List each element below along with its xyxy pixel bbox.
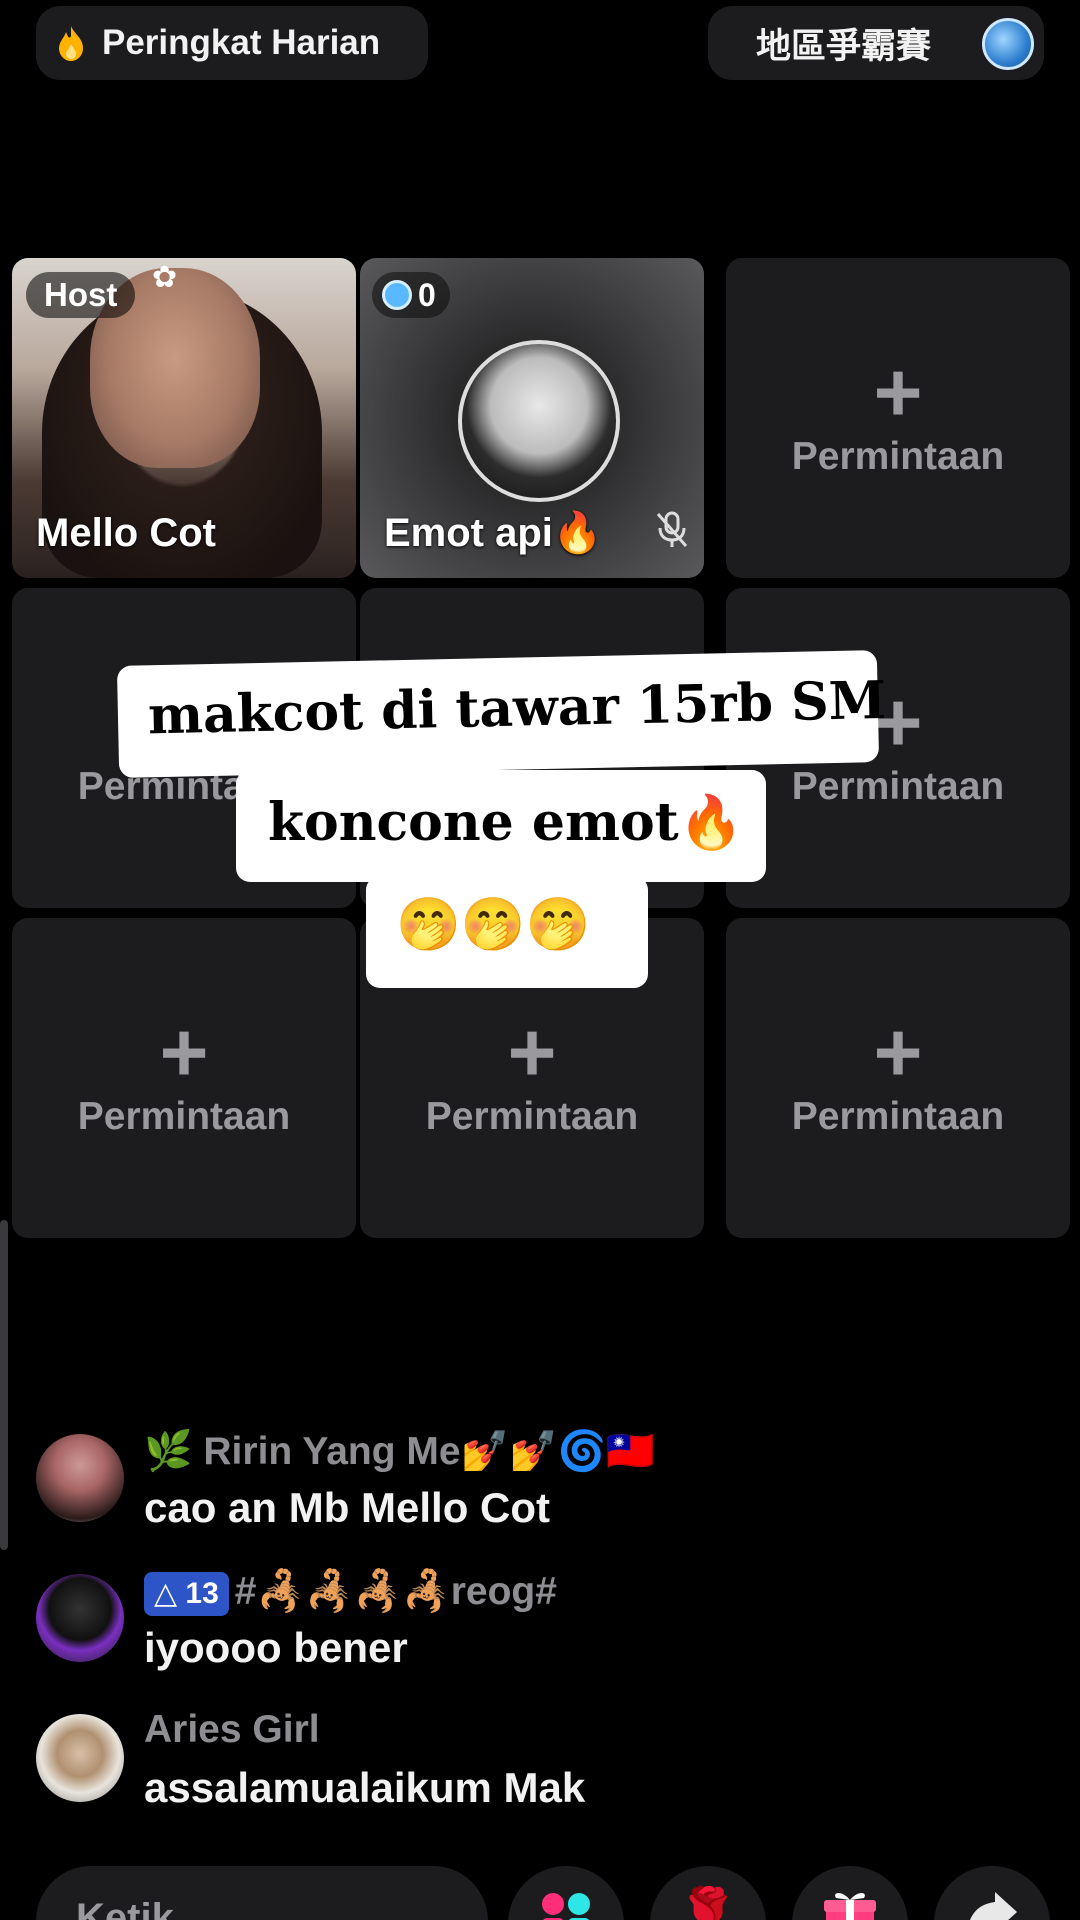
region-badge-icon <box>982 18 1034 70</box>
flower-icon: ✿ <box>152 261 178 294</box>
avatar[interactable] <box>36 1434 124 1522</box>
avatar[interactable] <box>36 1714 124 1802</box>
share-button[interactable] <box>934 1866 1050 1920</box>
chat-text: iyoooo bener <box>144 1624 408 1671</box>
chat-username[interactable]: △ 13 #🦂🦂🦂🦂reog# <box>144 1568 557 1616</box>
empty-seat-3[interactable]: + Permintaan <box>726 258 1070 578</box>
chat-message[interactable]: △ 13 #🦂🦂🦂🦂reog# iyoooo bener <box>36 1568 1036 1678</box>
guest-name: Emot api🔥 <box>384 511 603 555</box>
share-icon <box>970 1892 1017 1920</box>
level-badge: △ 13 <box>144 1571 229 1616</box>
chat-text: cao an Mb Mello Cot <box>144 1484 551 1531</box>
chat-message[interactable]: Aries Girl assalamualaikum Mak <box>36 1708 1036 1818</box>
caption-line-1: makcot di tawar 15rb SM <box>116 650 887 778</box>
gift-button[interactable] <box>792 1866 908 1920</box>
plus-icon: + <box>873 345 923 439</box>
flame-icon <box>52 24 90 62</box>
chat-text: assalamualaikum Mak <box>144 1764 586 1811</box>
mic-muted-icon <box>654 510 690 550</box>
host-name: Mello Cot <box>36 511 216 555</box>
comment-placeholder: Ketik <box>76 1896 174 1920</box>
coin-badge: 0 <box>372 272 450 318</box>
request-label: Permintaan <box>77 1095 291 1138</box>
guest-avatar[interactable] <box>458 340 620 502</box>
chat-username[interactable]: 🌿 Ririn Yang Me💅💅🌀🇹🇼 <box>144 1428 655 1474</box>
side-scroll-handle[interactable] <box>0 1220 8 1550</box>
empty-seat-7[interactable]: + Permintaan <box>12 918 356 1238</box>
host-badge: Host <box>26 272 136 318</box>
empty-seat-9[interactable]: + Permintaan <box>726 918 1070 1238</box>
avatar[interactable] <box>36 1574 124 1662</box>
chat-message[interactable]: 🌿 Ririn Yang Me💅💅🌀🇹🇼 cao an Mb Mello Cot <box>36 1428 1036 1538</box>
comment-input[interactable]: Ketik <box>36 1866 488 1920</box>
request-label: Permintaan <box>791 1095 1005 1138</box>
request-label: Permintaan <box>425 1095 639 1138</box>
coin-count: 0 <box>418 276 436 313</box>
plus-icon: + <box>159 1005 209 1099</box>
plus-icon: + <box>507 1005 557 1099</box>
caption-line-3: 🤭🤭🤭 <box>366 876 648 988</box>
plus-icon: + <box>873 1005 923 1099</box>
guest-seat[interactable]: 0 Emot api🔥 <box>360 258 704 578</box>
region-contest-pill[interactable]: 地區爭霸賽 <box>708 6 1044 80</box>
rose-icon: 🌹 <box>678 1887 738 1920</box>
region-contest-label: 地區爭霸賽 <box>756 26 932 66</box>
multi-guest-icon <box>542 1893 590 1920</box>
host-seat[interactable]: Host ✿ Mello Cot <box>12 258 356 578</box>
chat-username-text: #🦂🦂🦂🦂reog# <box>234 1570 557 1613</box>
gift-icon <box>824 1893 876 1920</box>
request-label: Permintaan <box>791 435 1005 478</box>
multi-guest-button[interactable] <box>508 1866 624 1920</box>
daily-ranking-label: Peringkat Harian <box>102 23 381 62</box>
chat-username[interactable]: Aries Girl <box>144 1708 320 1752</box>
coin-icon <box>382 280 412 310</box>
rose-gift-button[interactable]: 🌹 <box>650 1866 766 1920</box>
request-label: Permintaan <box>791 765 1005 808</box>
daily-ranking-pill[interactable]: Peringkat Harian <box>36 6 428 80</box>
caption-line-2: koncone emot🔥 <box>236 770 766 882</box>
